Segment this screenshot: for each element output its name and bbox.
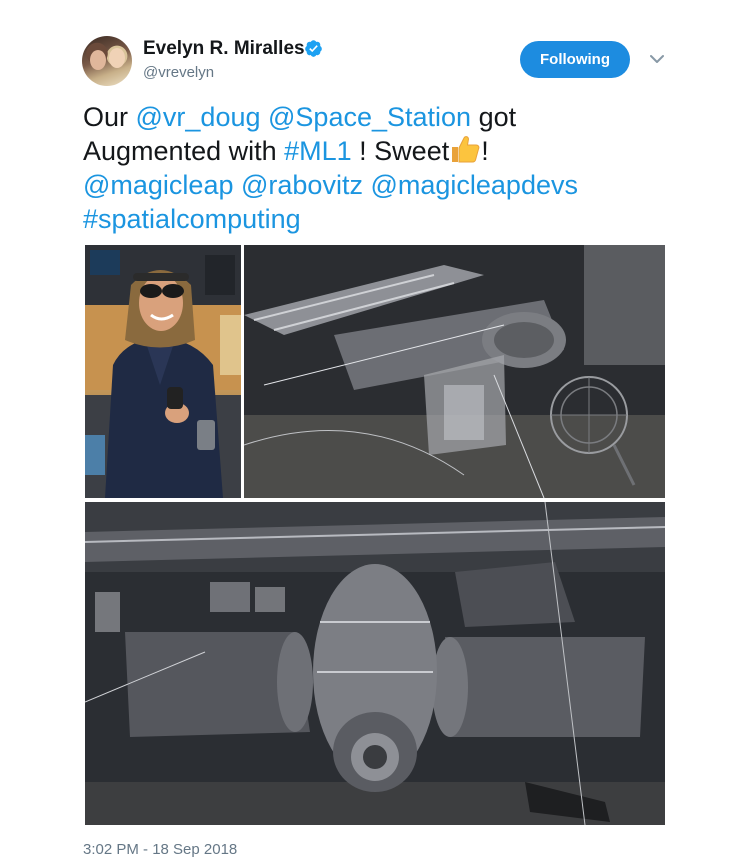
avatar-face xyxy=(109,48,125,68)
hashtag-link[interactable]: #ML1 xyxy=(284,136,352,166)
hashtag-link[interactable]: #spatialcomputing xyxy=(83,204,301,234)
photo-woman-with-headset[interactable] xyxy=(85,245,241,498)
mention-link[interactable]: @magicleap xyxy=(83,170,233,200)
user-handle[interactable]: @vrevelyn xyxy=(143,64,214,81)
tweet-text-segment: got xyxy=(471,102,517,132)
verified-badge-icon xyxy=(305,40,322,57)
tweet-text-segment: ! xyxy=(481,136,489,166)
mention-link[interactable]: @vr_doug xyxy=(136,102,261,132)
mention-link[interactable]: @rabovitz xyxy=(241,170,363,200)
user-name[interactable]: Evelyn R. Miralles xyxy=(143,38,305,60)
photo-space-station-ar-1[interactable] xyxy=(244,245,665,498)
tweet-timestamp[interactable]: 3:02 PM - 18 Sep 2018 xyxy=(83,841,237,858)
chevron-down-icon[interactable] xyxy=(650,54,664,64)
thumbs-up-icon xyxy=(452,136,480,163)
avatar[interactable] xyxy=(82,36,132,86)
tweet-text-segment xyxy=(233,170,241,200)
avatar-face xyxy=(90,50,106,70)
photo-illustration xyxy=(244,245,665,498)
tweet-text-segment: ! Sweet xyxy=(351,136,450,166)
media-grid xyxy=(85,245,665,825)
photo-illustration xyxy=(85,245,241,498)
tweet-text-segment xyxy=(261,102,269,132)
mention-link[interactable]: @magicleapdevs xyxy=(370,170,578,200)
following-button[interactable]: Following xyxy=(520,41,630,78)
photo-space-station-ar-2[interactable] xyxy=(85,502,665,825)
mention-link[interactable]: @Space_Station xyxy=(268,102,471,132)
tweet-card: Evelyn R. Miralles @vrevelyn Following O… xyxy=(0,0,745,864)
tweet-text-segment: Our xyxy=(83,102,136,132)
tweet-text: Our @vr_doug @Space_Station got Augmente… xyxy=(83,100,683,236)
photo-illustration xyxy=(85,502,665,825)
tweet-text-segment: Augmented with xyxy=(83,136,285,166)
